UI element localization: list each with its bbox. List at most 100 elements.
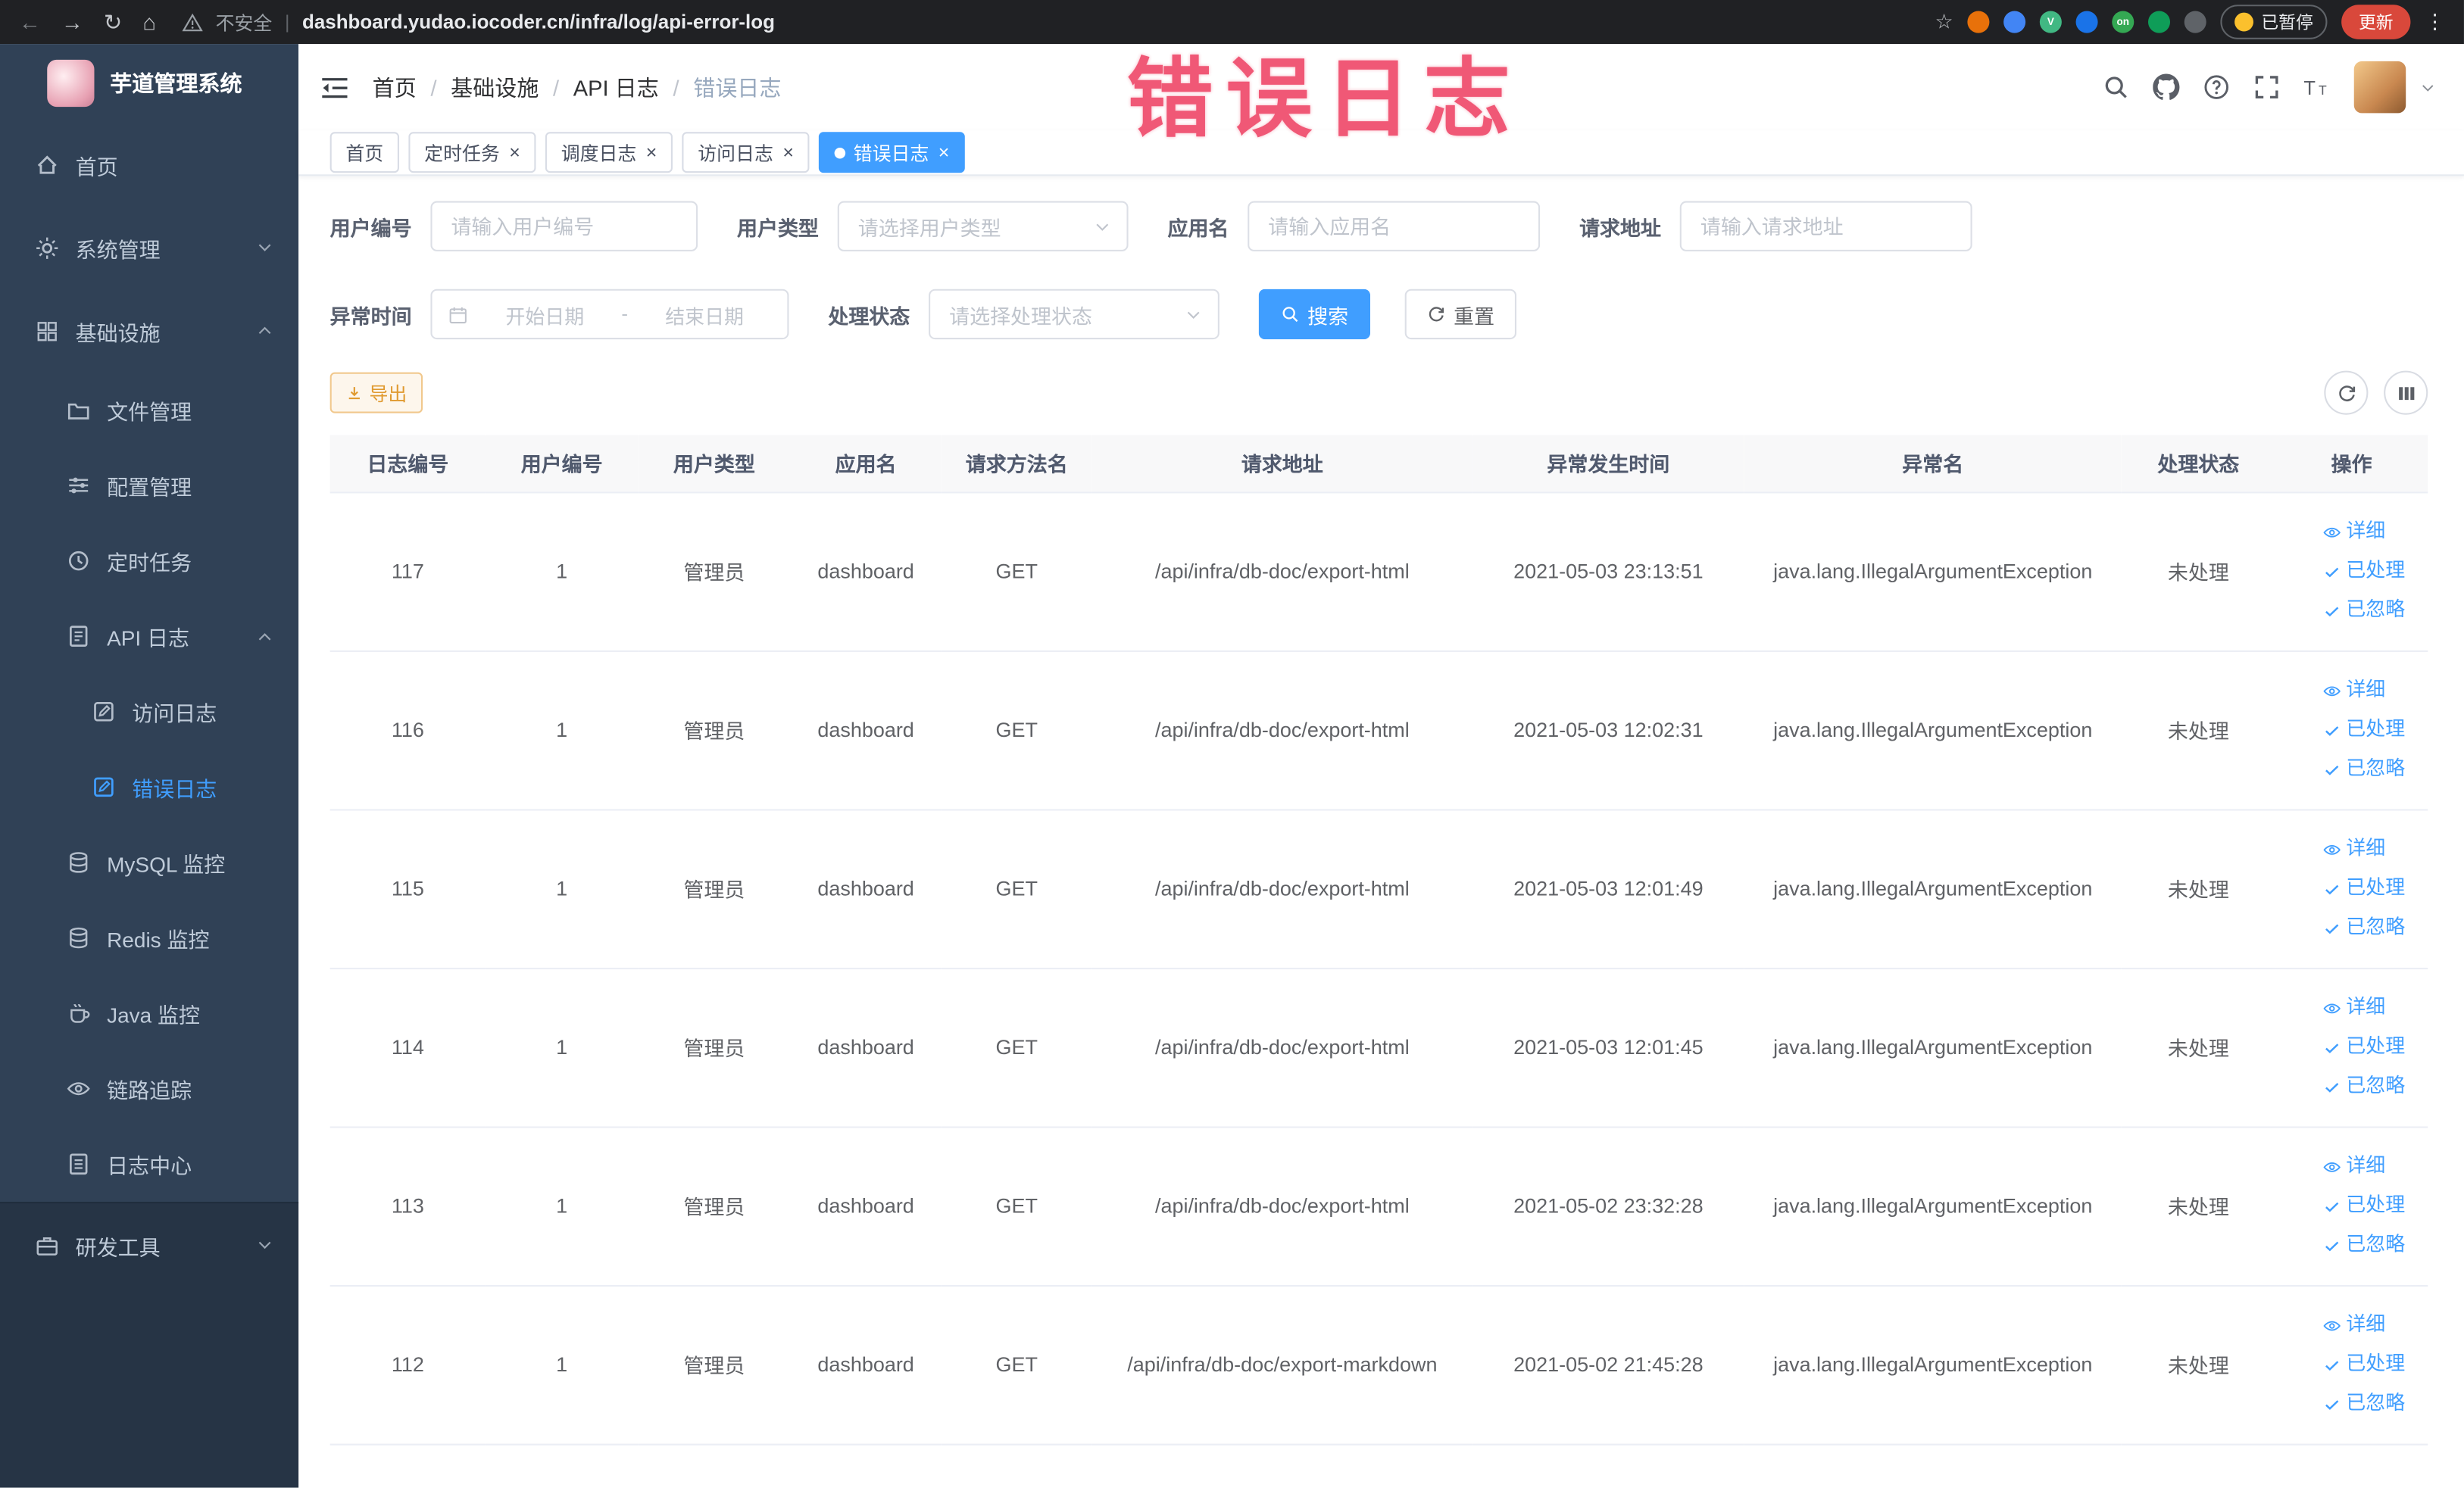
- tab-access-log[interactable]: 访问日志 ×: [682, 132, 810, 173]
- home-icon[interactable]: ⌂: [142, 11, 156, 33]
- user-avatar[interactable]: [2353, 61, 2406, 114]
- paused-badge[interactable]: 已暂停: [2220, 5, 2328, 39]
- back-icon[interactable]: ←: [19, 11, 41, 33]
- processed-link[interactable]: 已处理: [2322, 710, 2422, 750]
- ignored-link[interactable]: 已忽略: [2322, 1067, 2422, 1106]
- time-cell: 2021-05-02 23:32:28: [1472, 1126, 1744, 1287]
- sidebar-item-home[interactable]: 首页: [0, 123, 298, 206]
- sidebar-item-label: 日志中心: [107, 1154, 192, 1178]
- ignored-link[interactable]: 已忽略: [2322, 1384, 2422, 1424]
- tab-label: 调度日志: [561, 142, 637, 164]
- status-cell: 未处理: [2121, 491, 2276, 651]
- processed-link[interactable]: 已处理: [2322, 551, 2422, 591]
- sidebar-item-error-log[interactable]: 错误日志: [0, 750, 298, 825]
- github-icon[interactable]: [2153, 73, 2180, 101]
- breadcrumb-item[interactable]: API 日志: [573, 71, 659, 102]
- search-button[interactable]: 搜索: [1258, 289, 1371, 340]
- sidebar-logo[interactable]: 芋道管理系统: [0, 44, 298, 123]
- app-name-input[interactable]: [1248, 201, 1541, 251]
- sidebar-item-devtools[interactable]: 研发工具: [0, 1203, 298, 1287]
- detail-link[interactable]: 详细: [2322, 829, 2422, 869]
- close-icon[interactable]: ×: [782, 143, 794, 162]
- sidebar-item-access-log[interactable]: 访问日志: [0, 674, 298, 750]
- app-name-cell: dashboard: [790, 1126, 942, 1287]
- fullscreen-icon[interactable]: [2253, 74, 2280, 101]
- sidebar-item-file[interactable]: 文件管理: [0, 373, 298, 448]
- breadcrumb-item[interactable]: 基础设施: [451, 71, 539, 102]
- processed-link[interactable]: 已处理: [2322, 1345, 2422, 1384]
- processed-link[interactable]: 已处理: [2322, 869, 2422, 908]
- extension-7-icon[interactable]: [2184, 11, 2206, 33]
- ignored-link[interactable]: 已忽略: [2322, 591, 2422, 630]
- sidebar-item-redis[interactable]: Redis 监控: [0, 900, 298, 976]
- close-icon[interactable]: ×: [646, 143, 657, 162]
- sidebar-item-label: API 日志: [107, 626, 190, 650]
- tab-error-log[interactable]: 错误日志 ×: [819, 132, 966, 173]
- sidebar-item-job[interactable]: 定时任务: [0, 523, 298, 599]
- sidebar-item-infra[interactable]: 基础设施: [0, 289, 298, 373]
- reload-icon[interactable]: ↻: [104, 11, 122, 33]
- exception-name-cell: java.lang.IllegalArgumentException: [1744, 1126, 2122, 1287]
- detail-link[interactable]: 详细: [2322, 512, 2422, 551]
- method-cell: GET: [941, 809, 1092, 969]
- tab-job[interactable]: 定时任务 ×: [408, 132, 536, 173]
- ignored-link[interactable]: 已忽略: [2322, 1225, 2422, 1265]
- sidebar-item-java[interactable]: Java 监控: [0, 975, 298, 1051]
- breadcrumb-item[interactable]: 首页: [373, 71, 417, 102]
- bookmark-star-icon[interactable]: ☆: [1935, 9, 1953, 34]
- forward-icon[interactable]: →: [61, 11, 83, 33]
- filter-request-url: 请求地址: [1579, 201, 1972, 251]
- doc-edit-icon: [91, 699, 116, 724]
- font-size-icon[interactable]: TT: [2303, 74, 2330, 101]
- avatar-caret-down-icon[interactable]: [2420, 80, 2436, 95]
- check-icon: [2322, 1355, 2341, 1374]
- address-bar[interactable]: 不安全 | dashboard.yudao.iocoder.cn/infra/l…: [183, 8, 1915, 35]
- sidebar-item-api-log[interactable]: API 日志: [0, 598, 298, 674]
- sidebar-item-system[interactable]: 系统管理: [0, 206, 298, 289]
- extension-2-icon[interactable]: [2003, 11, 2026, 33]
- check-icon: [2322, 720, 2341, 739]
- refresh-table-button[interactable]: [2324, 370, 2369, 415]
- status-cell: 未处理: [2121, 1126, 2276, 1287]
- column-header: 请求地址: [1091, 435, 1472, 493]
- export-button[interactable]: 导出: [329, 372, 423, 413]
- exception-time-range-picker[interactable]: 开始日期 - 结束日期: [430, 289, 789, 340]
- update-button[interactable]: 更新: [2341, 5, 2411, 39]
- detail-link[interactable]: 详细: [2322, 1306, 2422, 1345]
- start-date-placeholder: 开始日期: [505, 305, 585, 328]
- process-status-select[interactable]: 请选择处理状态: [929, 289, 1220, 340]
- reset-button[interactable]: 重置: [1404, 289, 1517, 340]
- extension-3-icon[interactable]: V: [2039, 11, 2062, 33]
- processed-link[interactable]: 已处理: [2322, 1186, 2422, 1225]
- ignored-link[interactable]: 已忽略: [2322, 750, 2422, 789]
- close-icon[interactable]: ×: [938, 143, 950, 162]
- sidebar-item-mysql[interactable]: MySQL 监控: [0, 825, 298, 900]
- extension-1-icon[interactable]: [1967, 11, 1990, 33]
- sidebar-item-label: Java 监控: [107, 1003, 201, 1028]
- extension-5-icon[interactable]: on: [2112, 11, 2135, 33]
- search-icon[interactable]: [2103, 74, 2129, 101]
- user-type-select[interactable]: 请选择用户类型: [837, 201, 1129, 251]
- tab-job-log[interactable]: 调度日志 ×: [545, 132, 673, 173]
- detail-link[interactable]: 详细: [2322, 988, 2422, 1028]
- sidebar-item-trace[interactable]: 链路追踪: [0, 1051, 298, 1127]
- collapse-sidebar-icon[interactable]: [320, 75, 348, 100]
- filter-user-type: 用户类型 请选择用户类型: [737, 201, 1129, 251]
- request-url-input[interactable]: [1679, 201, 1972, 251]
- processed-link[interactable]: 已处理: [2322, 1028, 2422, 1067]
- detail-link[interactable]: 详细: [2322, 1146, 2422, 1186]
- sidebar-item-config[interactable]: 配置管理: [0, 448, 298, 523]
- help-icon[interactable]: [2203, 74, 2230, 101]
- close-icon[interactable]: ×: [509, 143, 520, 162]
- browser-menu-icon[interactable]: ⋮: [2425, 9, 2445, 34]
- column-settings-button[interactable]: [2384, 370, 2428, 415]
- time-cell: 2021-05-03 12:01:45: [1472, 967, 1744, 1128]
- ignored-link[interactable]: 已忽略: [2322, 908, 2422, 947]
- tab-home[interactable]: 首页: [329, 132, 399, 173]
- detail-link[interactable]: 详细: [2322, 671, 2422, 710]
- user-id-input[interactable]: [430, 201, 698, 251]
- sidebar-item-log-center[interactable]: 日志中心: [0, 1126, 298, 1202]
- extension-4-icon[interactable]: [2075, 11, 2098, 33]
- app-name-label: 应用名: [1167, 216, 1229, 240]
- extension-6-icon[interactable]: [2147, 11, 2171, 33]
